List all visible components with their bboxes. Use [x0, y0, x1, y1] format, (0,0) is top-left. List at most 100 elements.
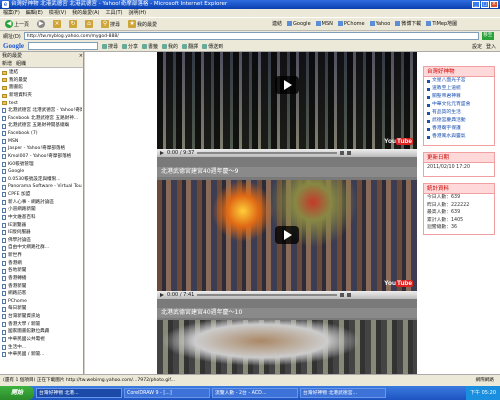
favorites-item[interactable]: Facebook (7) [2, 130, 82, 138]
google-search-button[interactable]: 搜尋 [102, 43, 118, 50]
favorites-item[interactable]: PChome [2, 298, 82, 306]
favorites-item[interactable]: IE版伺服器 [2, 229, 82, 237]
favorites-item[interactable]: 0.0530帳號設定與權限... [2, 176, 82, 184]
google-my-button[interactable]: 我的 [162, 43, 178, 50]
blog-link[interactable]: 道教至上道統 [424, 85, 494, 93]
search-button[interactable]: ⚲ 搜尋 [99, 19, 122, 30]
favorites-item[interactable]: CPFE 加盟 [2, 191, 82, 199]
link-map[interactable]: TiMep地圖 [426, 20, 457, 27]
favorites-item[interactable]: 中華民國 / 新聞... [2, 351, 82, 359]
play-button[interactable] [275, 76, 299, 94]
favorites-item[interactable]: 各地新聞 [2, 267, 82, 275]
favorites-item[interactable]: 小道網路新聞 [2, 206, 82, 214]
sidebar-close-button[interactable]: × [79, 52, 83, 60]
menu-help[interactable]: 說明(H) [128, 9, 146, 17]
play-icon[interactable] [160, 151, 164, 155]
close-button[interactable]: × [490, 1, 498, 8]
link-download[interactable]: 微博下載 [395, 20, 421, 27]
google-send-button[interactable]: 傳送到 [202, 43, 223, 50]
blog-link[interactable]: 香港風水與靈氣 [424, 133, 494, 141]
favorites-item[interactable]: IE瀏覽器 [2, 222, 82, 230]
minimize-button[interactable]: _ [472, 1, 480, 8]
google-signin-button[interactable]: 登入 [486, 43, 496, 50]
blog-link[interactable]: 中華文化元宵盛會 [424, 101, 494, 109]
favorites-item[interactable]: MSN [2, 138, 82, 146]
menu-edit[interactable]: 編輯(E) [26, 9, 43, 17]
menu-favorites[interactable]: 我的最愛(A) [72, 9, 99, 17]
blog-link[interactable]: 武德宮慶典活動 [424, 117, 494, 125]
menu-file[interactable]: 檔案(F) [3, 9, 20, 17]
back-button[interactable]: ◀ 上一頁 [3, 19, 31, 30]
favorites-item[interactable]: 生活中... [2, 344, 82, 352]
favorites-item[interactable]: 台灣新聞資訊站 [2, 313, 82, 321]
menu-tools[interactable]: 工具(T) [106, 9, 123, 17]
favorites-item[interactable]: 佛學討論區 [2, 237, 82, 245]
blog-link[interactable]: 文星八面光子宮 [424, 77, 494, 85]
favorites-item[interactable]: 北港武德宮 北港武德宮 - Yahoo!奇摩... [2, 107, 82, 115]
favorites-item[interactable]: 香港網 [2, 260, 82, 268]
home-button[interactable]: ⌂ [83, 19, 95, 30]
google-search-input[interactable] [28, 42, 98, 50]
link-msn[interactable]: MSN [315, 21, 333, 27]
blog-link[interactable]: 關聖帝君神尊 [424, 93, 494, 101]
seek-bar[interactable] [197, 152, 338, 154]
volume-icon[interactable] [340, 293, 345, 297]
link-pchome[interactable]: PChome [337, 21, 365, 27]
link-google[interactable]: Google [287, 21, 311, 27]
favorites-item[interactable]: Kmol007 - Yahoo!奇摩部落格 [2, 153, 82, 161]
seek-bar[interactable] [197, 294, 338, 296]
favorites-item[interactable]: Jasper - Yahoo!奇摩部落格 [2, 145, 82, 153]
go-button[interactable]: 移至 [481, 32, 494, 40]
taskbar-item[interactable]: CorelDRAW 9 - [...] [124, 388, 210, 398]
favorites-item[interactable]: 新世界 [2, 252, 82, 260]
play-button[interactable] [275, 226, 299, 244]
favorites-item[interactable]: 香港轉播 [2, 275, 82, 283]
favorites-item[interactable]: 中華民國公共電視 [2, 336, 82, 344]
favorites-item[interactable]: 網路訪客 [2, 290, 82, 298]
favorites-item[interactable]: 中文維基百科 [2, 214, 82, 222]
forward-button[interactable]: ▶ [35, 19, 47, 30]
favorites-item[interactable]: 每日新聞 [2, 305, 82, 313]
video-player-1[interactable]: YouTube [157, 52, 417, 149]
address-input[interactable]: http://tw.myblog.yahoo.com/mygod-888/ [23, 32, 479, 40]
favorites-item[interactable]: 香港大學 / 新聞 [2, 321, 82, 329]
sidebar-add-button[interactable]: 新增 [2, 60, 12, 67]
favorites-item[interactable]: Facebook 北港武德宮 五路財神... [2, 115, 82, 123]
taskbar-item[interactable]: 流覽人數 - 2台 - ACD... [212, 388, 298, 398]
favorites-item[interactable]: 香港新聞 [2, 283, 82, 291]
favorites-item[interactable]: 連結 [2, 69, 82, 77]
google-settings-button[interactable]: 設定 [472, 43, 482, 50]
play-icon[interactable] [160, 293, 164, 297]
blog-link[interactable]: 有品質的生活 [424, 109, 494, 117]
favorites-item[interactable]: Panorama Software - Virtual Tour... [2, 183, 82, 191]
start-button[interactable]: 開始 [0, 386, 34, 400]
favorites-item[interactable]: 自由中文網路社群... [2, 244, 82, 252]
blog-link[interactable]: 香港廟宇保護 [424, 125, 494, 133]
volume-icon[interactable] [340, 151, 345, 155]
favorites-item[interactable]: test [2, 100, 82, 108]
favorites-button[interactable]: ★ 我的最愛 [126, 19, 159, 30]
maximize-button[interactable]: □ [481, 1, 489, 8]
window-titlebar[interactable]: e 台灣好神物 北港武德宮 北港武德宮 - Yahoo!奇摩部落格 - Micr… [0, 0, 500, 9]
taskbar-item[interactable]: 台灣好神物 北港武德宮... [300, 388, 386, 398]
favorites-item[interactable]: 新增資料夾 [2, 92, 82, 100]
taskbar-item[interactable]: 台灣好神物 北港... [36, 388, 122, 398]
video-player-3[interactable] [157, 320, 417, 374]
sidebar-organize-button[interactable]: 組織 [16, 60, 26, 67]
google-share-button[interactable]: 分享 [122, 43, 138, 50]
favorites-item[interactable]: 北港武德宮 五路財神開基總廟 [2, 122, 82, 130]
favorites-item[interactable]: 國家圖書館數位典藏 [2, 328, 82, 336]
google-bookmarks-button[interactable]: 書籤 [142, 43, 158, 50]
favorites-item[interactable]: 我的最愛 [2, 77, 82, 85]
stop-button[interactable]: × [51, 19, 63, 30]
fullscreen-icon[interactable] [347, 151, 352, 155]
favorites-item[interactable]: 圖書館 [2, 84, 82, 92]
menu-view[interactable]: 檢視(V) [49, 9, 66, 17]
google-translate-button[interactable]: 翻譯 [182, 43, 198, 50]
favorites-item[interactable]: Ki0帳號管理 [2, 161, 82, 169]
refresh-button[interactable]: ↻ [67, 19, 79, 30]
link-yahoo[interactable]: Yahoo [369, 21, 390, 27]
fullscreen-icon[interactable] [347, 293, 352, 297]
video-player-2[interactable]: YouTube [157, 180, 417, 291]
favorites-item[interactable]: Google [2, 168, 82, 176]
